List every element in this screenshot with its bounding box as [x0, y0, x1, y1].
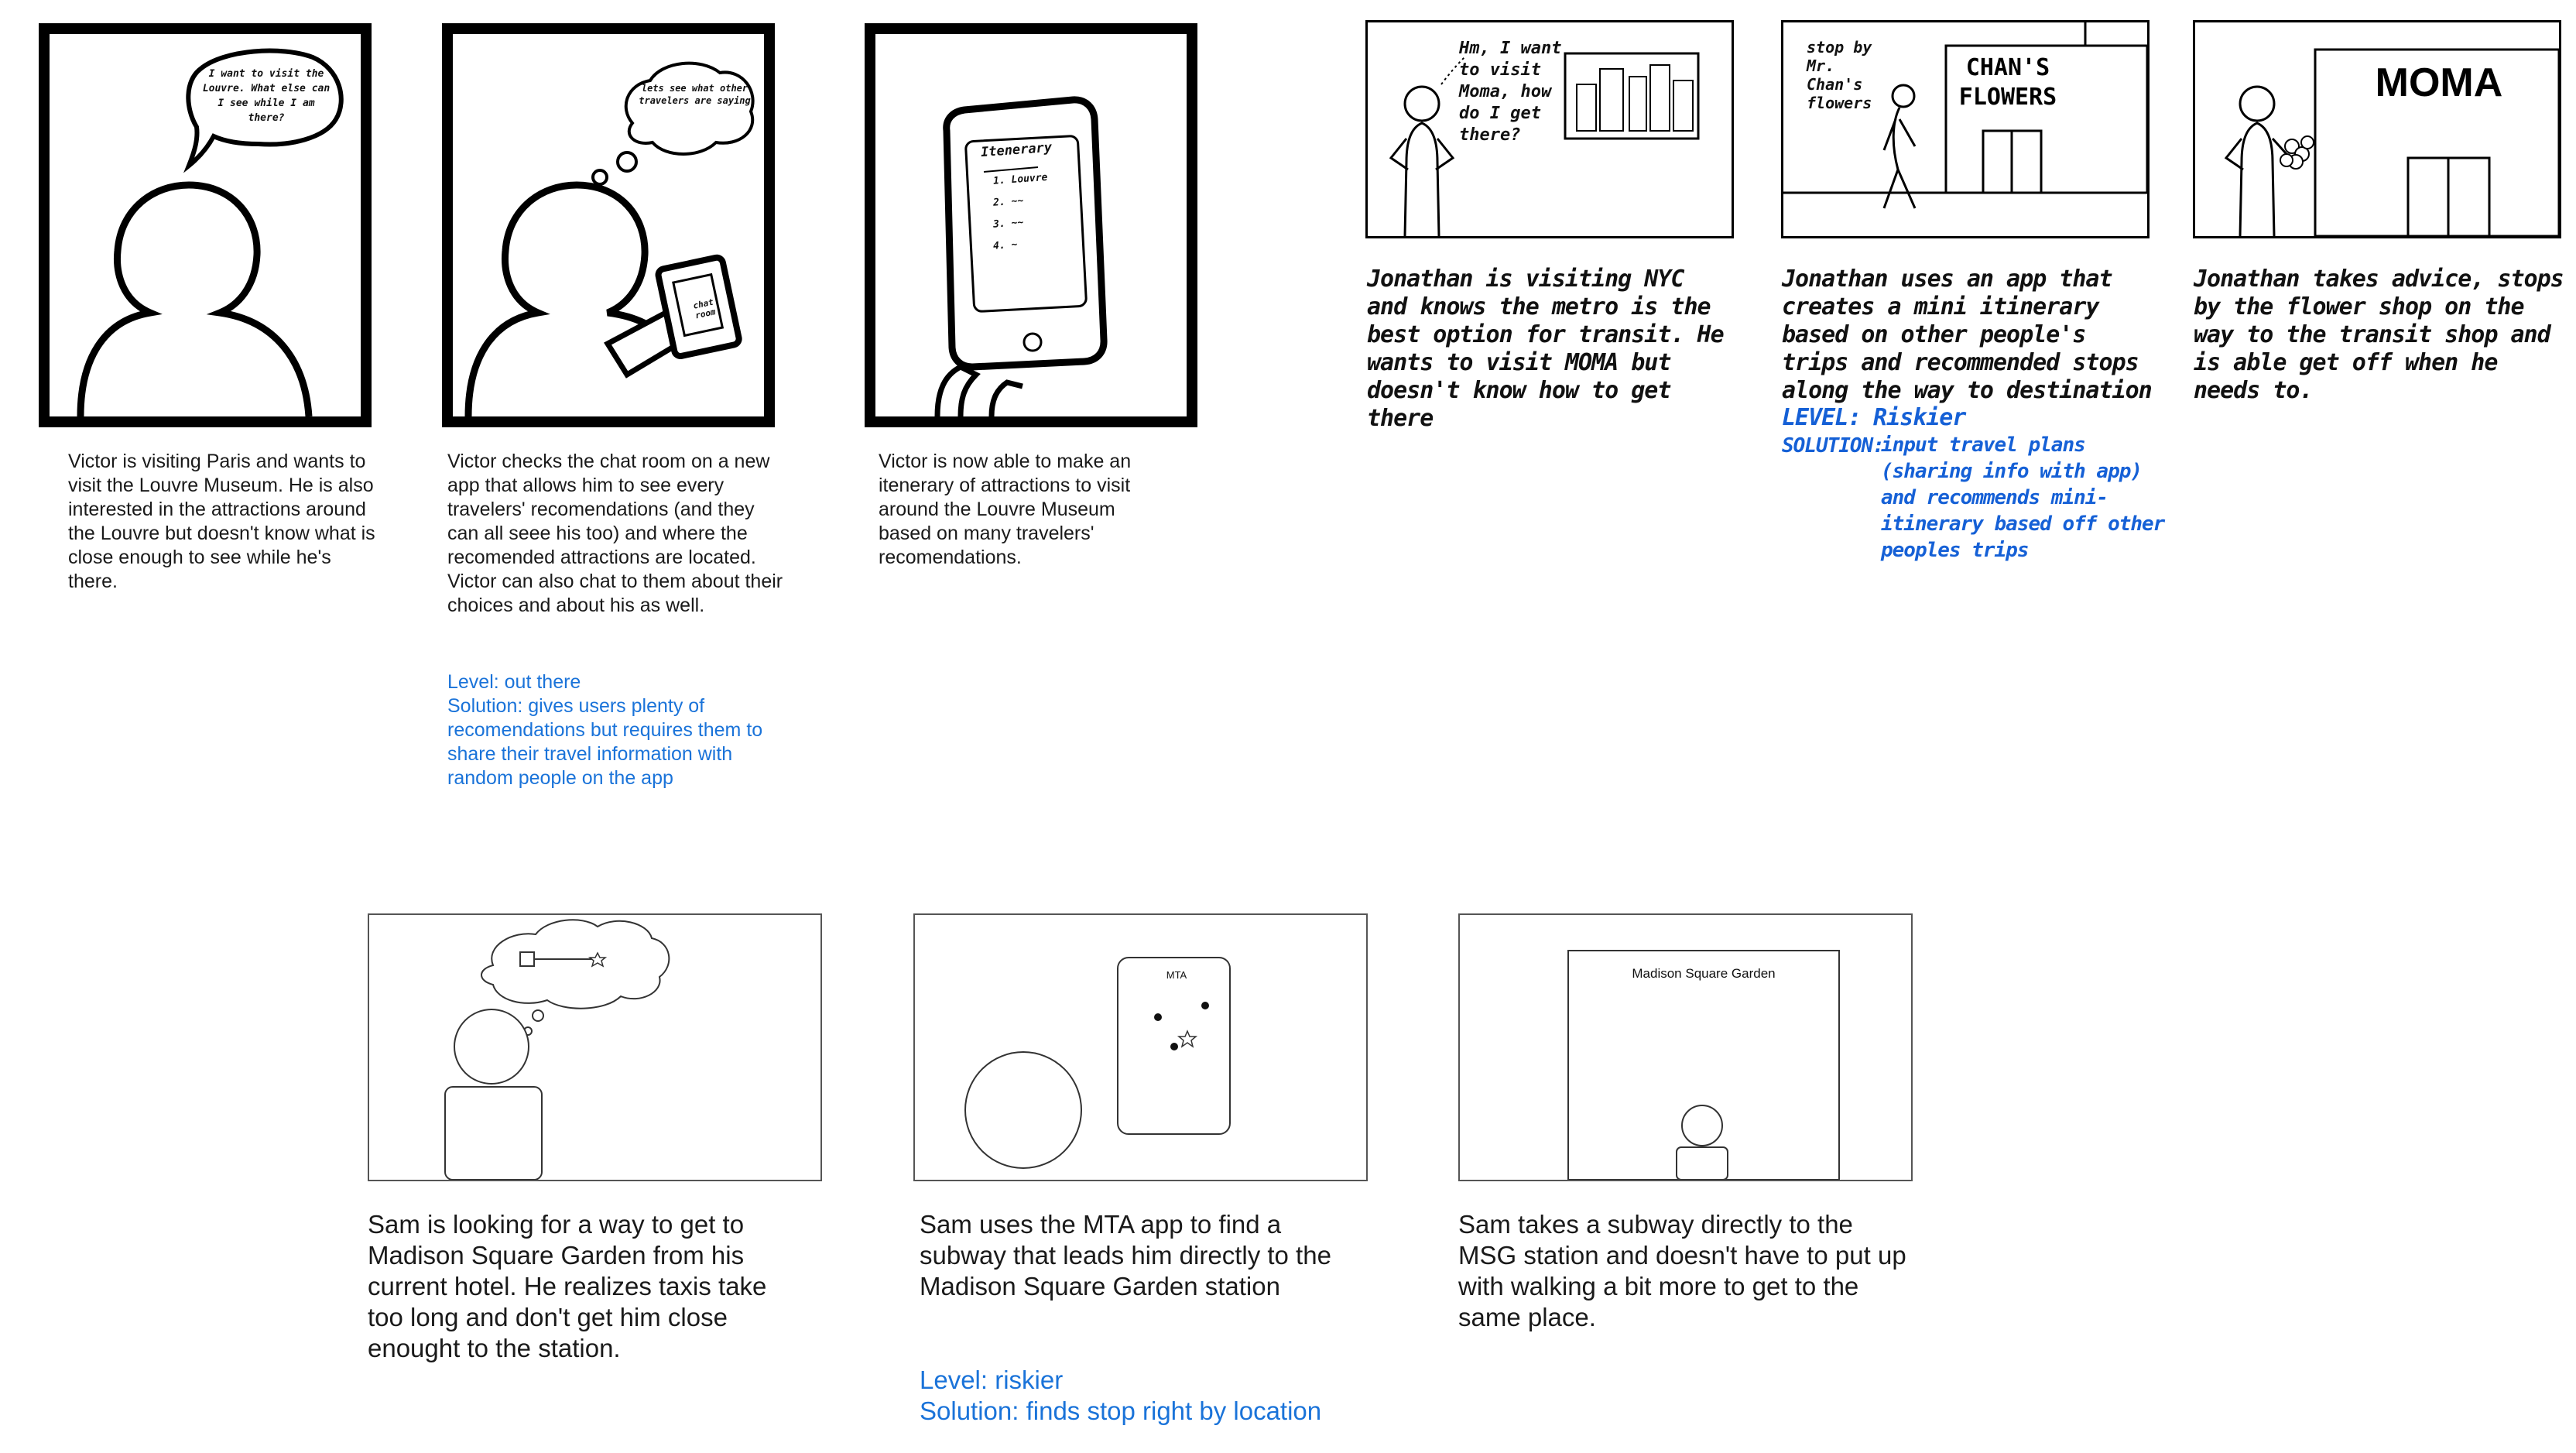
sam-panel-2: MTA [913, 913, 1368, 1181]
msg-building-label: Madison Square Garden [1632, 966, 1776, 981]
jonathan-level-label: LEVEL: [1782, 404, 1862, 431]
victor-caption-1: Victor is visiting Paris and wants to vi… [68, 451, 375, 592]
moma-sign: MOMA [2375, 60, 2503, 105]
sam-panel-1 [368, 913, 822, 1181]
sam-figure-thinking [444, 919, 670, 1180]
jonathan-panel-2: stop by Mr. Chan's flowers CHAN'S FLOWER… [1781, 20, 2150, 238]
victor-panel-3: Itenerary 1. Louvre 2. ~~ 3. ~~ 4. ~ [865, 23, 1197, 427]
sam-solution-2: Solution: finds stop right by location [920, 1396, 1322, 1425]
jonathan-level-value: Riskier [1873, 404, 1966, 431]
jonathan-solution-value: input travel plans (sharing info with ap… [1881, 434, 2165, 562]
sam-caption-2: Sam uses the MTA app to find a subway th… [920, 1210, 1331, 1301]
sam-panel-3: Madison Square Garden [1458, 913, 1913, 1181]
jonathan-caption-1: Jonathan is visiting NYC and knows the m… [1367, 266, 1725, 432]
jonathan-figure-moma [2224, 48, 2559, 236]
victor-solution-2: Solution: gives users plenty of recomend… [447, 695, 763, 789]
victor-caption-3: Victor is now able to make an itenerary … [879, 451, 1132, 568]
sam-caption-1: Sam is looking for a way to get to Madis… [368, 1210, 767, 1362]
jonathan-solution-label: SOLUTION: [1782, 434, 1885, 457]
jonathan-caption-2: Jonathan uses an app that creates a mini… [1782, 266, 2153, 404]
sam-level-2: Level: riskier [920, 1366, 1064, 1394]
victor-panel-1: I want to visit the Louvre. What else ca… [39, 23, 372, 427]
victor-panel-2: lets see what other travelers are saying… [442, 23, 775, 427]
victor-caption-2: Victor checks the chat room on a new app… [447, 451, 783, 616]
victor-speech-bubble-text: I want to visit the Louvre. What else ca… [202, 68, 331, 124]
jonathan-speech-2: stop by Mr. Chan's flowers [1807, 38, 1872, 112]
jonathan-caption-3: Jonathan takes advice, stops by the flow… [2194, 266, 2564, 404]
victor-level-2: Level: out there [447, 671, 581, 693]
jonathan-panel-3: MOMA [2193, 20, 2561, 238]
mta-app-label: MTA [1166, 969, 1187, 981]
chans-flowers-sign: CHAN'S FLOWERS [1958, 54, 2057, 111]
victor-thought-text: lets see what other travelers are saying [639, 83, 751, 106]
sam-figure-msg [1567, 950, 1840, 1180]
jonathan-speech-1: Hm, I want to visit Moma, how do I get t… [1459, 39, 1562, 145]
sam-caption-3: Sam takes a subway directly to the MSG s… [1458, 1210, 1906, 1331]
sam-figure-mta-app [964, 957, 1231, 1169]
jonathan-panel-1: Hm, I want to visit Moma, how do I get t… [1365, 20, 1734, 238]
